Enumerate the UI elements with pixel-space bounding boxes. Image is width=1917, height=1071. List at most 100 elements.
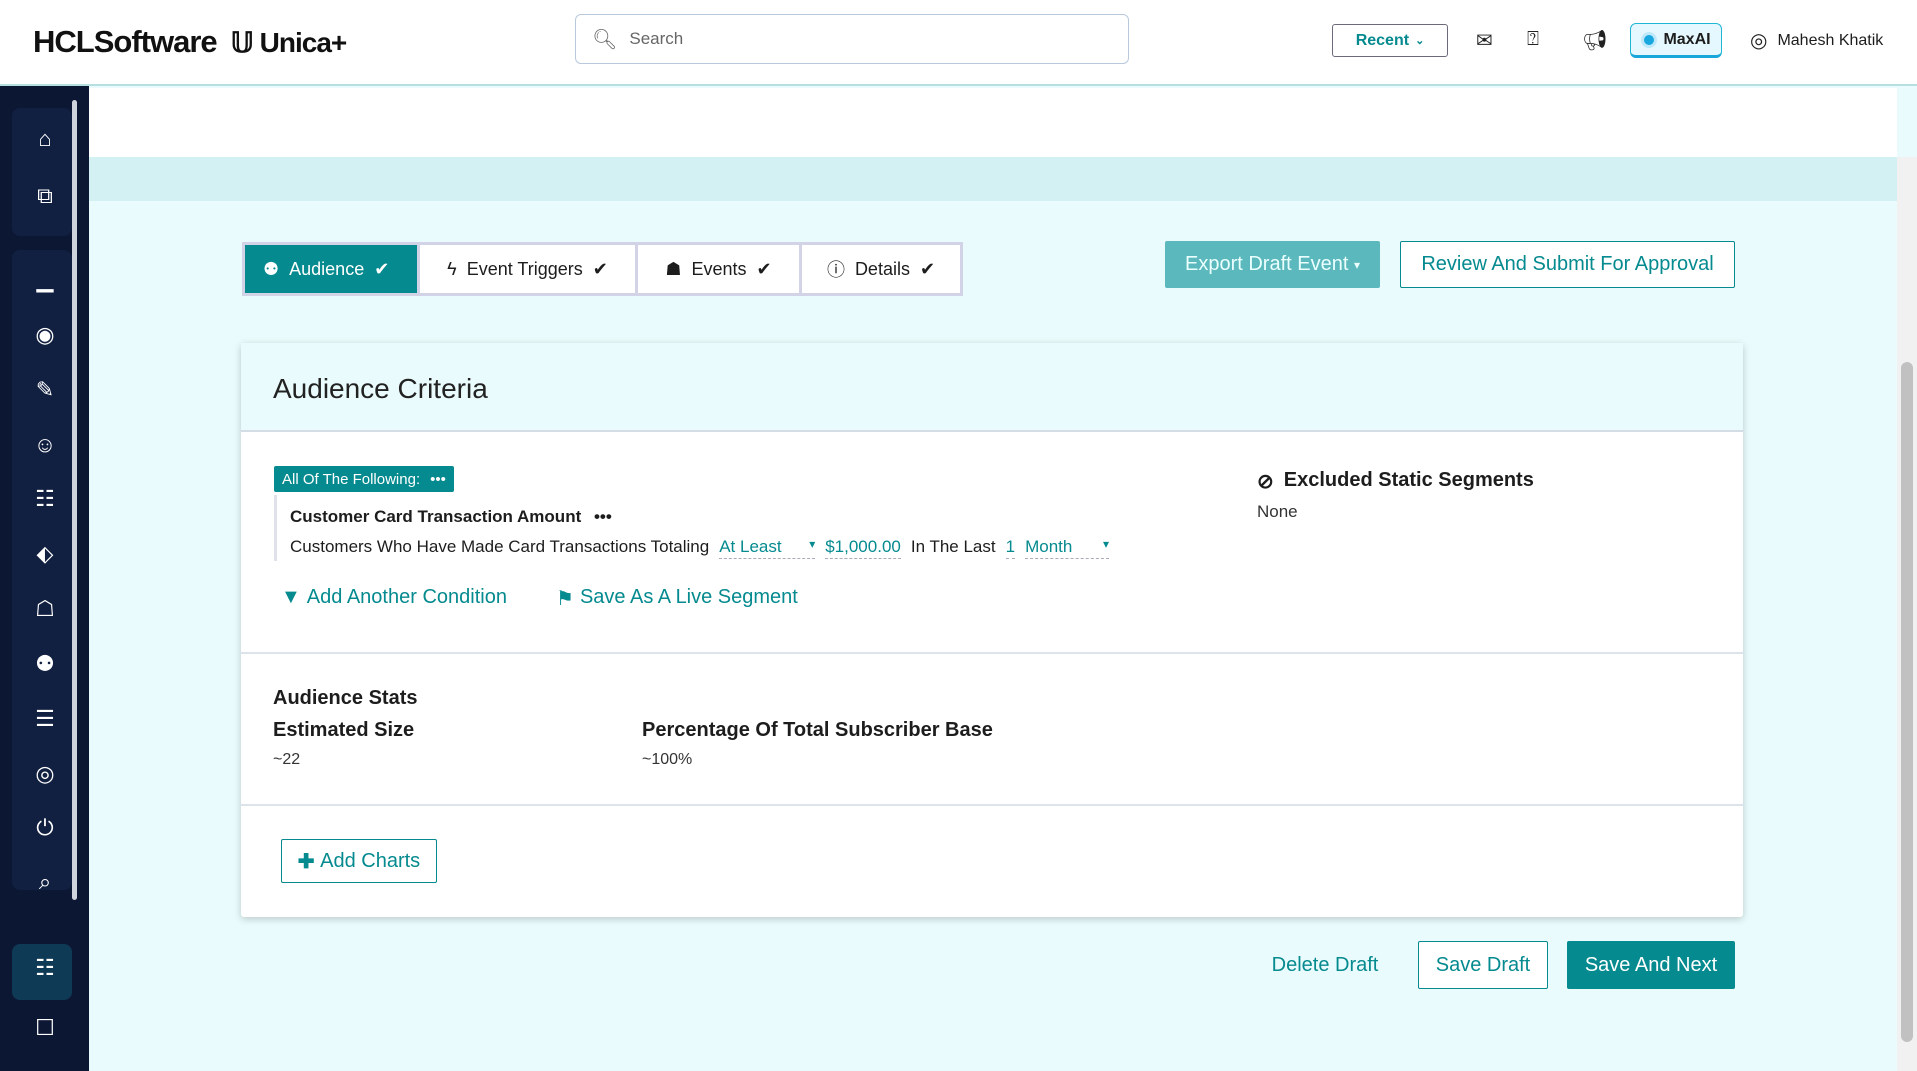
delete-draft-button[interactable]: Delete Draft xyxy=(1255,941,1395,989)
add-condition-label: Add Another Condition xyxy=(306,586,507,608)
hierarchy-icon[interactable]: ☷ xyxy=(30,486,60,512)
user-clock-icon[interactable]: ☺ xyxy=(30,432,60,458)
caret-down-icon: ▾ xyxy=(1103,537,1110,551)
recent-label: Recent xyxy=(1355,31,1410,49)
check-icon: ✔ xyxy=(756,258,772,279)
page-scrollbar[interactable] xyxy=(1897,157,1917,1071)
bookmark-icon: ⚑ xyxy=(556,588,574,610)
mail-icon[interactable]: ✉ xyxy=(1476,28,1493,53)
tag-icon[interactable]: ⬖ xyxy=(30,541,60,567)
user-menu[interactable]: ◎ Mahesh Khatik xyxy=(1750,28,1883,53)
filter-icon: ▼ xyxy=(281,586,301,608)
in-the-last-label: In The Last xyxy=(910,537,996,556)
condition-more-icon[interactable]: ••• xyxy=(594,507,612,526)
maxai-label: MaxAI xyxy=(1663,30,1711,48)
condition-title: Customer Card Transaction Amount ••• xyxy=(290,507,612,527)
audience-card: Audience Criteria All Of The Following: •… xyxy=(241,343,1743,917)
top-header: HCLSoftware 𝕌 Unica+ 🔍︎ Search Recent ⌄ ✉ ⍰… xyxy=(0,0,1917,86)
add-condition-link[interactable]: ▼ Add Another Condition xyxy=(281,586,507,609)
step-events[interactable]: ☗ Events ✔ xyxy=(638,245,802,293)
period-value-input[interactable]: 1 xyxy=(1005,537,1016,559)
condition-title-text: Customer Card Transaction Amount xyxy=(290,507,582,526)
group-label: All Of The Following: xyxy=(282,470,421,488)
group-operator-chip[interactable]: All Of The Following: ••• xyxy=(274,466,454,492)
step-details[interactable]: ⓘ Details ✔ xyxy=(802,245,960,293)
divider xyxy=(241,652,1743,654)
gift-icon: ☗ xyxy=(665,258,682,279)
sliders-icon[interactable]: ☷ xyxy=(30,955,60,981)
search-input[interactable]: 🔍︎ Search xyxy=(575,14,1129,64)
save-segment-link[interactable]: ⚑ Save As A Live Segment xyxy=(556,586,798,611)
step-label: Audience xyxy=(289,258,365,279)
help-icon[interactable]: ⍰ xyxy=(1527,28,1539,51)
save-segment-label: Save As A Live Segment xyxy=(579,586,798,608)
step-event-triggers[interactable]: ϟ Event Triggers ✔ xyxy=(420,245,638,293)
percentage-label: Percentage Of Total Subscriber Base xyxy=(642,719,993,741)
analytics-icon[interactable]: ▁︎ xyxy=(30,267,60,293)
amount-input[interactable]: $1,000.00 xyxy=(825,537,901,559)
bank-icon[interactable]: ☖ xyxy=(30,596,60,622)
unlock-icon[interactable]: ☐ xyxy=(30,1015,60,1041)
plus-icon: ✚ xyxy=(297,850,315,873)
search-placeholder: Search xyxy=(629,29,684,48)
step-audience[interactable]: ⚉ Audience ✔ xyxy=(245,245,420,293)
product-label: Unica+ xyxy=(259,27,348,58)
card-header: Audience Criteria xyxy=(241,343,1743,432)
save-and-next-button[interactable]: Save And Next xyxy=(1567,941,1735,989)
check-icon: ✔ xyxy=(919,258,936,279)
check-icon: ✔ xyxy=(374,258,390,279)
review-submit-button[interactable]: Review And Submit For Approval xyxy=(1400,241,1735,288)
page-banner xyxy=(89,157,1897,201)
search-analytics-icon[interactable]: ⌕ xyxy=(30,869,60,895)
caret-down-icon: ▾ xyxy=(1353,257,1360,272)
export-label: Export Draft Event xyxy=(1185,253,1349,275)
users-icon: ⚉ xyxy=(263,258,280,279)
estimated-size-label: Estimated Size xyxy=(273,719,415,741)
megaphone-icon[interactable]: 📢︎ xyxy=(1582,28,1607,53)
period-unit-value: Month xyxy=(1025,537,1073,556)
info-icon: ⓘ xyxy=(826,260,845,280)
export-draft-button[interactable]: Export Draft Event ▾ xyxy=(1165,241,1380,288)
stats-title: Audience Stats xyxy=(273,687,418,709)
search-icon: 🔍︎ xyxy=(592,28,618,51)
stepper: ⚉ Audience ✔ ϟ Event Triggers ✔ ☗ Events ✔ ⓘ De… xyxy=(242,242,963,296)
user-icon: ◎ xyxy=(1750,30,1768,52)
subheader xyxy=(89,88,1897,157)
add-charts-button[interactable]: ✚ Add Charts xyxy=(281,839,437,883)
ban-icon: ⊘ xyxy=(1257,471,1274,493)
estimated-size-value: ~22 xyxy=(273,751,301,768)
power-icon[interactable]: ⏻ xyxy=(30,815,60,841)
step-label: Details xyxy=(854,258,910,279)
home-icon[interactable]: ⌂ xyxy=(30,126,60,152)
card-title: Audience Criteria xyxy=(273,373,488,404)
recent-dropdown[interactable]: Recent ⌄ xyxy=(1332,24,1448,57)
save-draft-button[interactable]: Save Draft xyxy=(1418,941,1548,989)
operator-value: At Least xyxy=(719,537,782,556)
robot-icon[interactable]: ⚉ xyxy=(30,651,60,677)
gallery-icon[interactable]: ⧉ xyxy=(30,183,60,209)
operator-select[interactable]: At Least ▾ xyxy=(719,537,816,559)
bolt-icon: ϟ xyxy=(447,258,457,279)
maxai-button[interactable]: MaxAI xyxy=(1630,23,1722,58)
chevron-down-icon: ⌄ xyxy=(1415,35,1425,47)
product-name: 𝕌 Unica+ xyxy=(230,27,348,58)
step-label: Events xyxy=(691,258,747,279)
period-unit-select[interactable]: Month ▾ xyxy=(1025,537,1110,559)
percentage-value: ~100% xyxy=(642,751,693,768)
target-icon[interactable]: ◎ xyxy=(30,761,60,787)
scrollbar-thumb[interactable] xyxy=(1901,362,1913,1042)
step-label: Event Triggers xyxy=(466,258,583,279)
brand-name: HCLSoftware xyxy=(33,24,218,59)
add-charts-label: Add Charts xyxy=(320,849,421,872)
condition-text: Customers Who Have Made Card Transaction… xyxy=(290,537,710,556)
broadcast-icon[interactable]: ◉ xyxy=(30,322,60,348)
sidebar-scrollbar[interactable] xyxy=(72,100,77,900)
user-name: Mahesh Khatik xyxy=(1777,31,1884,49)
settings-list-icon[interactable]: ☰ xyxy=(30,706,60,732)
more-icon: ••• xyxy=(430,470,446,488)
sidebar: ⌂ ⧉ ▁︎ ◉ ✎ ☺ ☷ ⬖ ☖ ⚉ ☰ ◎ ⏻ ⌕ ☷ ☐ xyxy=(0,86,89,1071)
edit-document-icon[interactable]: ✎ xyxy=(30,377,60,403)
divider xyxy=(241,804,1743,806)
maxai-icon xyxy=(1641,31,1658,48)
logo[interactable]: HCLSoftware 𝕌 Unica+ xyxy=(33,24,348,60)
